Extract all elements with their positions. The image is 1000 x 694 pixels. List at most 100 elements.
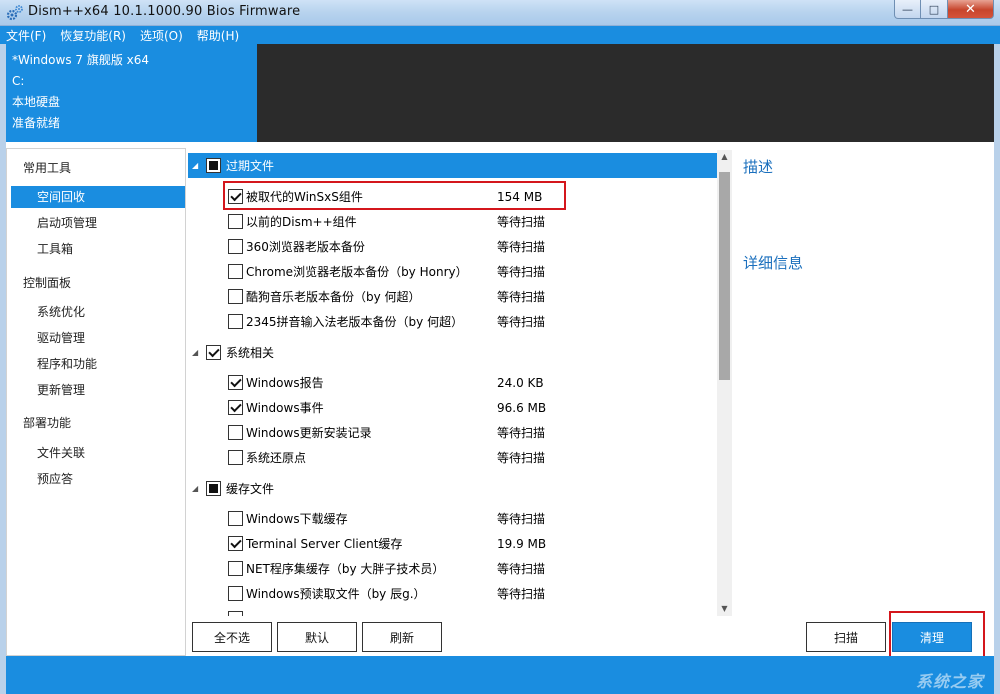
menu-help[interactable]: 帮助(H) xyxy=(197,27,239,44)
item-checkbox[interactable] xyxy=(228,214,243,229)
minimize-button[interactable]: — xyxy=(894,0,921,19)
item-label: 360浏览器老版本备份 xyxy=(246,240,365,254)
sidebar-item-toolbox[interactable]: 工具箱 xyxy=(11,238,185,260)
sidebar-item-system-optimize[interactable]: 系统优化 xyxy=(11,301,185,323)
item-label: Chrome浏览器老版本备份（by Honry） xyxy=(246,265,468,279)
default-button[interactable]: 默认 xyxy=(277,622,357,652)
cleanup-list: ◢ 过期文件 被取代的WinSxS组件 154 MB 以前的Dism++组件 等… xyxy=(188,150,732,616)
list-item[interactable]: 系统还原点 等待扫描 xyxy=(228,445,718,470)
item-size: 等待扫描 xyxy=(497,315,546,329)
scan-button[interactable]: 扫描 xyxy=(806,622,886,652)
sidebar-item-file-association[interactable]: 文件关联 xyxy=(11,442,185,464)
expand-arrow-icon[interactable]: ◢ xyxy=(192,348,206,357)
scroll-thumb[interactable] xyxy=(719,172,730,380)
item-checkbox[interactable] xyxy=(228,536,243,551)
menu-options[interactable]: 选项(O) xyxy=(140,27,183,44)
item-checkbox[interactable] xyxy=(228,314,243,329)
group-cache-files[interactable]: ◢ 缓存文件 xyxy=(188,476,718,501)
expand-arrow-icon[interactable]: ◢ xyxy=(192,161,206,170)
status-bar: 系统之家 xyxy=(6,656,994,694)
item-checkbox[interactable] xyxy=(228,400,243,415)
sidebar-item-update-manager[interactable]: 更新管理 xyxy=(11,379,185,401)
item-size: 等待扫描 xyxy=(497,512,546,526)
list-item[interactable]: Windows事件 96.6 MB xyxy=(228,395,718,420)
sidebar-group-common-tools: 常用工具 xyxy=(23,161,72,175)
sidebar-item-space-cleanup[interactable]: 空间回收 xyxy=(11,186,185,208)
item-size: 19.9 MB xyxy=(497,536,547,551)
item-checkbox[interactable] xyxy=(228,425,243,440)
group-label: 过期文件 xyxy=(226,159,275,173)
item-size: 等待扫描 xyxy=(497,215,546,229)
list-item[interactable]: 以前的Dism++组件 等待扫描 xyxy=(228,209,718,234)
sidebar-item-driver-manager[interactable]: 驱动管理 xyxy=(11,327,185,349)
item-checkbox[interactable] xyxy=(228,239,243,254)
refresh-button[interactable]: 刷新 xyxy=(362,622,442,652)
item-label: Windows事件 xyxy=(246,401,324,415)
list-item[interactable]: 酷狗音乐老版本备份（by 何超） 等待扫描 xyxy=(228,284,718,309)
scroll-down-icon[interactable]: ▼ xyxy=(717,602,732,616)
scroll-up-icon[interactable]: ▲ xyxy=(717,150,732,164)
item-label: Windows下载缓存 xyxy=(246,512,348,526)
status-text: 准备就绪 xyxy=(12,116,61,130)
sidebar-item-startup-manager[interactable]: 启动项管理 xyxy=(11,212,185,234)
system-info-panel[interactable]: *Windows 7 旗舰版 x64 C: 本地硬盘 准备就绪 xyxy=(6,44,257,142)
list-item[interactable]: NET程序集缓存（by 大胖子技术员） 等待扫描 xyxy=(228,556,718,581)
maximize-button[interactable]: □ xyxy=(921,0,948,19)
item-size: 24.0 KB xyxy=(497,375,544,390)
item-checkbox[interactable] xyxy=(228,450,243,465)
window-controls: — □ ✕ xyxy=(894,0,994,19)
annotation-highlight-box xyxy=(223,181,566,210)
item-size: 等待扫描 xyxy=(497,587,546,601)
group-expired-files[interactable]: ◢ 过期文件 xyxy=(188,153,718,178)
list-item[interactable]: Terminal Server Client缓存 19.9 MB xyxy=(228,531,718,556)
list-item[interactable]: Windows报告 24.0 KB xyxy=(228,370,718,395)
window-title: Dism++x64 10.1.1000.90 Bios Firmware xyxy=(28,4,301,19)
item-checkbox[interactable] xyxy=(228,264,243,279)
item-size: 等待扫描 xyxy=(497,426,546,440)
details-panel: 描述 详细信息 xyxy=(733,150,994,616)
item-label: 以前的Dism++组件 xyxy=(246,215,357,229)
item-label: 2345拼音输入法老版本备份（by 何超） xyxy=(246,315,464,329)
item-checkbox[interactable] xyxy=(228,586,243,601)
expand-arrow-icon[interactable]: ◢ xyxy=(192,484,206,493)
list-item-partial[interactable] xyxy=(228,606,718,616)
group-system-related[interactable]: ◢ 系统相关 xyxy=(188,340,718,365)
menu-restore[interactable]: 恢复功能(R) xyxy=(60,27,126,44)
item-checkbox[interactable] xyxy=(228,511,243,526)
list-scrollbar[interactable]: ▲ ▼ xyxy=(717,150,732,616)
group-label: 系统相关 xyxy=(226,346,275,360)
sidebar-item-answer-file[interactable]: 预应答 xyxy=(11,468,185,490)
annotation-highlight-box xyxy=(889,611,985,659)
group-checkbox[interactable] xyxy=(206,345,221,360)
list-item[interactable]: 360浏览器老版本备份 等待扫描 xyxy=(228,234,718,259)
details-heading: 详细信息 xyxy=(743,254,804,272)
list-item[interactable]: Chrome浏览器老版本备份（by Honry） 等待扫描 xyxy=(228,259,718,284)
disk-type: 本地硬盘 xyxy=(12,95,61,109)
group-checkbox[interactable] xyxy=(206,158,221,173)
list-item[interactable]: Windows下载缓存 等待扫描 xyxy=(228,506,718,531)
title-bar: Dism++x64 10.1.1000.90 Bios Firmware — □… xyxy=(0,0,1000,26)
item-checkbox[interactable] xyxy=(228,375,243,390)
item-checkbox[interactable] xyxy=(228,289,243,304)
drive-letter: C: xyxy=(12,74,25,88)
item-checkbox[interactable] xyxy=(228,611,243,616)
window-frame-right xyxy=(994,26,1000,694)
close-button[interactable]: ✕ xyxy=(948,0,994,19)
item-label: 酷狗音乐老版本备份（by 何超） xyxy=(246,290,421,304)
item-size: 等待扫描 xyxy=(497,451,546,465)
item-size: 等待扫描 xyxy=(497,290,546,304)
item-label: Windows更新安装记录 xyxy=(246,426,372,440)
item-size: 等待扫描 xyxy=(497,562,546,576)
item-checkbox[interactable] xyxy=(228,561,243,576)
item-label: Terminal Server Client缓存 xyxy=(246,537,403,551)
menu-file[interactable]: 文件(F) xyxy=(6,27,46,44)
list-item[interactable]: 2345拼音输入法老版本备份（by 何超） 等待扫描 xyxy=(228,309,718,334)
list-item[interactable]: Windows预读取文件（by 辰g.） 等待扫描 xyxy=(228,581,718,606)
list-item[interactable]: Windows更新安装记录 等待扫描 xyxy=(228,420,718,445)
group-checkbox[interactable] xyxy=(206,481,221,496)
deselect-all-button[interactable]: 全不选 xyxy=(192,622,272,652)
os-name: *Windows 7 旗舰版 x64 xyxy=(12,53,150,67)
description-heading: 描述 xyxy=(743,158,774,176)
sidebar-item-programs[interactable]: 程序和功能 xyxy=(11,353,185,375)
item-size: 等待扫描 xyxy=(497,265,546,279)
